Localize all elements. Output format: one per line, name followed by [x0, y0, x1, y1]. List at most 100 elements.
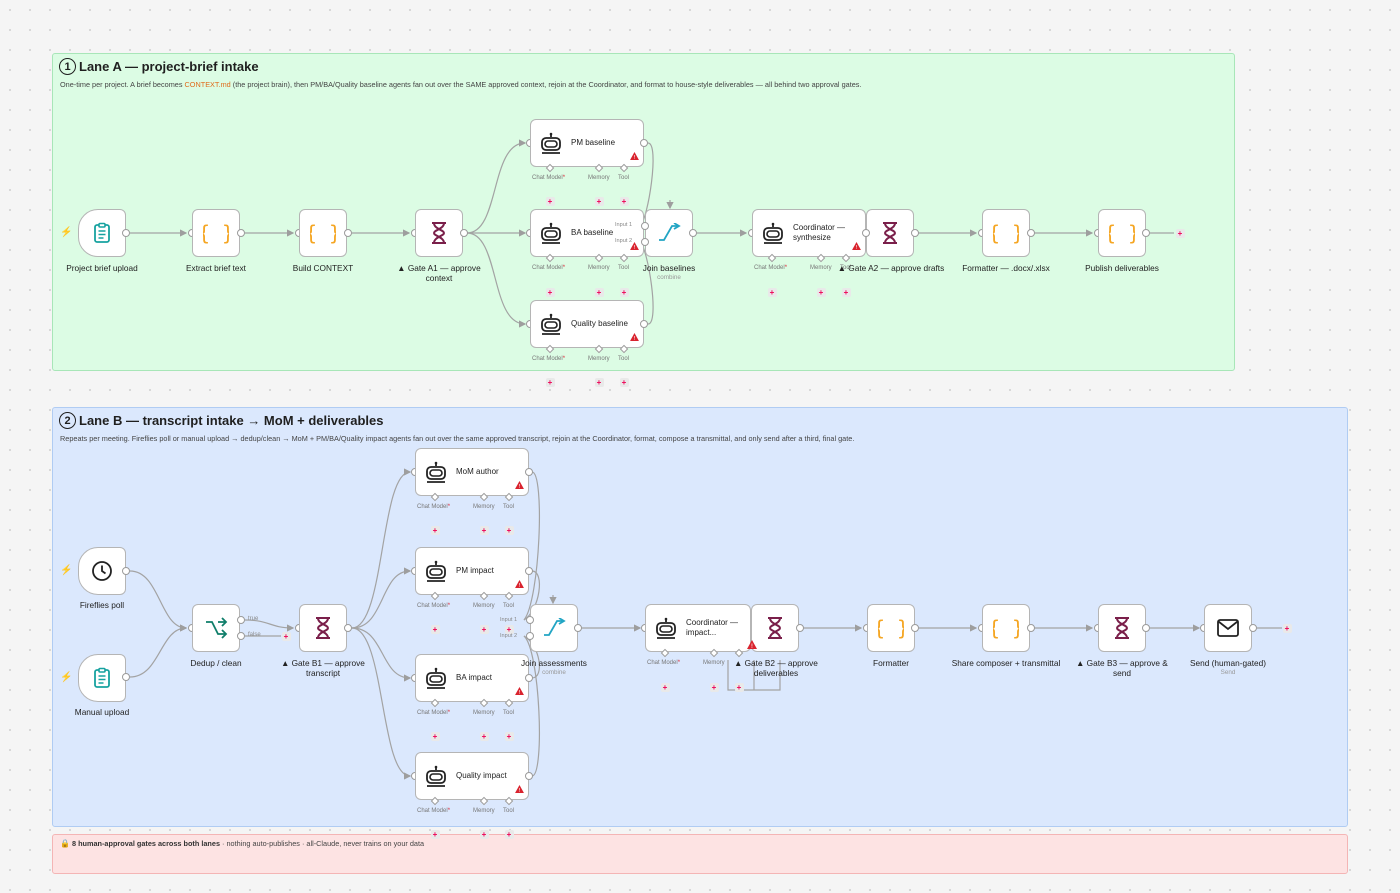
add-chat-model-button[interactable]: +: [545, 287, 555, 297]
add-tool-button[interactable]: +: [734, 682, 744, 692]
output-port[interactable]: [122, 229, 130, 237]
robot-icon: [426, 765, 446, 787]
node-manual-upload[interactable]: [78, 654, 126, 702]
add-memory-button[interactable]: +: [709, 682, 719, 692]
output-port[interactable]: [1249, 624, 1257, 632]
node-join-baselines[interactable]: [645, 209, 693, 257]
svg-text:!: !: [633, 155, 635, 160]
input-port-1[interactable]: [526, 616, 534, 624]
node-label: ▲ Gate B1 — approve transcript: [281, 658, 365, 678]
add-memory-button[interactable]: +: [816, 287, 826, 297]
add-node-button[interactable]: +: [1175, 228, 1185, 238]
node-build-context[interactable]: { }: [299, 209, 347, 257]
input-port-1[interactable]: [641, 222, 649, 230]
output-port[interactable]: [640, 139, 648, 147]
output-port[interactable]: [640, 320, 648, 328]
add-tool-button[interactable]: +: [619, 377, 629, 387]
input-port-2[interactable]: [641, 238, 649, 246]
add-memory-button[interactable]: +: [594, 196, 604, 206]
output-port[interactable]: [1027, 624, 1035, 632]
output-port[interactable]: [911, 229, 919, 237]
output-port[interactable]: [122, 567, 130, 575]
node-share-composer[interactable]: { }: [982, 604, 1030, 652]
add-chat-model-button[interactable]: +: [545, 377, 555, 387]
output-port[interactable]: [344, 624, 352, 632]
add-tool-button[interactable]: +: [841, 287, 851, 297]
agent-ba-baseline[interactable]: BA baseline !: [530, 209, 644, 257]
output-port[interactable]: [122, 673, 130, 681]
port-label-memory: Memory: [810, 265, 832, 271]
node-formatter[interactable]: { }: [867, 604, 915, 652]
add-tool-button[interactable]: +: [619, 287, 629, 297]
add-tool-button[interactable]: +: [619, 196, 629, 206]
node-sublabel: combine: [657, 274, 681, 281]
add-chat-model-button[interactable]: +: [430, 525, 440, 535]
output-port[interactable]: [525, 772, 533, 780]
add-memory-button[interactable]: +: [479, 525, 489, 535]
agent-pm-baseline[interactable]: PM baseline !: [530, 119, 644, 167]
node-fireflies-poll[interactable]: [78, 547, 126, 595]
add-node-button[interactable]: +: [1282, 623, 1292, 633]
add-chat-model-button[interactable]: +: [545, 196, 555, 206]
add-tool-button[interactable]: +: [504, 829, 514, 839]
output-port[interactable]: [796, 624, 804, 632]
node-gate-b1[interactable]: [299, 604, 347, 652]
output-port[interactable]: [574, 624, 582, 632]
node-publish-deliverables[interactable]: { }: [1098, 209, 1146, 257]
output-port[interactable]: [911, 624, 919, 632]
node-gate-b2[interactable]: [751, 604, 799, 652]
node-extract-brief-text[interactable]: { }: [192, 209, 240, 257]
hourglass-icon: [768, 617, 782, 639]
add-chat-model-button[interactable]: +: [767, 287, 777, 297]
add-chat-model-button[interactable]: +: [430, 731, 440, 741]
agent-mom-author[interactable]: MoM author !: [415, 448, 529, 496]
agent-coordinator-impact[interactable]: Coordinator — impact...: [645, 604, 751, 652]
add-memory-button[interactable]: +: [594, 287, 604, 297]
agent-quality-baseline[interactable]: Quality baseline !: [530, 300, 644, 348]
mail-icon: [1217, 619, 1239, 637]
node-gate-a2[interactable]: [866, 209, 914, 257]
lane-a-desc-highlight: CONTEXT.md: [184, 80, 231, 89]
agent-quality-impact[interactable]: Quality impact !: [415, 752, 529, 800]
output-port[interactable]: [460, 229, 468, 237]
output-port[interactable]: [525, 468, 533, 476]
add-tool-button[interactable]: +: [504, 731, 514, 741]
svg-text:!: !: [751, 643, 753, 649]
robot-icon: [426, 461, 446, 483]
output-port[interactable]: [1142, 624, 1150, 632]
node-send[interactable]: [1204, 604, 1252, 652]
agent-pm-impact[interactable]: PM impact !: [415, 547, 529, 595]
node-gate-b3[interactable]: [1098, 604, 1146, 652]
node-dedup-clean[interactable]: [192, 604, 240, 652]
add-memory-button[interactable]: +: [594, 377, 604, 387]
input-port[interactable]: [862, 229, 870, 237]
agent-coordinator-synthesize[interactable]: Coordinator — synthesize !: [752, 209, 866, 257]
node-formatter-docx[interactable]: { }: [982, 209, 1030, 257]
add-tool-button[interactable]: +: [504, 525, 514, 535]
add-chat-model-button[interactable]: +: [660, 682, 670, 692]
add-memory-button[interactable]: +: [479, 624, 489, 634]
add-memory-button[interactable]: +: [479, 731, 489, 741]
agent-label: PM baseline: [571, 138, 616, 147]
node-label: Send (human-gated): [1189, 658, 1267, 668]
true-output-port[interactable]: [237, 616, 245, 624]
node-join-assessments[interactable]: [530, 604, 578, 652]
output-port[interactable]: [1142, 229, 1150, 237]
add-memory-button[interactable]: +: [479, 829, 489, 839]
node-project-brief-upload[interactable]: [78, 209, 126, 257]
add-chat-model-button[interactable]: +: [430, 829, 440, 839]
false-output-port[interactable]: [237, 632, 245, 640]
add-chat-model-button[interactable]: +: [430, 624, 440, 634]
node-gate-a1[interactable]: [415, 209, 463, 257]
output-port[interactable]: [344, 229, 352, 237]
add-node-button[interactable]: +: [281, 631, 291, 641]
output-port[interactable]: [237, 229, 245, 237]
node-label: Extract brief text: [186, 263, 246, 273]
output-port[interactable]: [525, 567, 533, 575]
agent-label: Coordinator — impact...: [686, 618, 739, 637]
node-label: ▲ Gate B3 — approve & send: [1076, 658, 1168, 678]
trigger-bolt-icon: ⚡: [60, 227, 73, 238]
input-port-2[interactable]: [526, 632, 534, 640]
output-port[interactable]: [1027, 229, 1035, 237]
output-port[interactable]: [689, 229, 697, 237]
